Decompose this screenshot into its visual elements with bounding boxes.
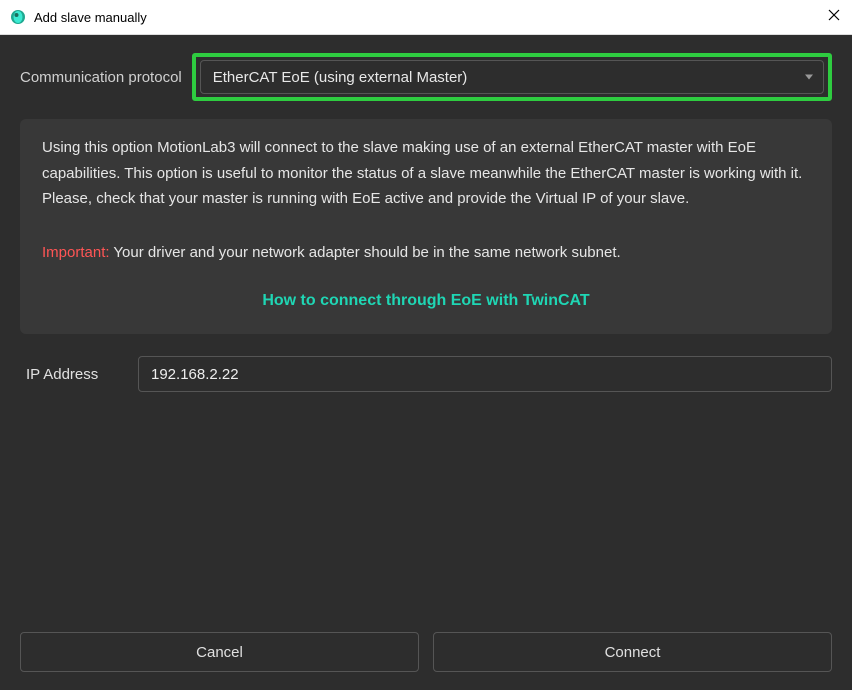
ip-label: IP Address	[20, 366, 138, 383]
cancel-button-label: Cancel	[196, 644, 243, 661]
titlebar: Add slave manually	[0, 0, 852, 35]
important-label: Important:	[42, 244, 110, 261]
important-text: Your driver and your network adapter sho…	[110, 244, 621, 261]
help-link[interactable]: How to connect through EoE with TwinCAT	[42, 287, 810, 314]
cancel-button[interactable]: Cancel	[20, 632, 419, 672]
protocol-label: Communication protocol	[20, 69, 182, 86]
button-row: Cancel Connect	[20, 632, 832, 672]
info-text: Using this option MotionLab3 will connec…	[42, 135, 810, 212]
close-icon[interactable]	[828, 8, 840, 24]
protocol-select[interactable]: EtherCAT EoE (using external Master)	[200, 60, 824, 94]
ip-row: IP Address	[20, 356, 832, 392]
app-icon	[10, 9, 26, 25]
info-panel: Using this option MotionLab3 will connec…	[20, 119, 832, 334]
important-row: Important: Your driver and your network …	[42, 240, 810, 266]
window-title: Add slave manually	[34, 10, 147, 25]
protocol-row: Communication protocol EtherCAT EoE (usi…	[20, 53, 832, 101]
connect-button[interactable]: Connect	[433, 632, 832, 672]
protocol-select-highlight: EtherCAT EoE (using external Master)	[192, 53, 832, 101]
ip-input[interactable]	[138, 356, 832, 392]
protocol-select-value: EtherCAT EoE (using external Master)	[213, 69, 468, 86]
connect-button-label: Connect	[605, 644, 661, 661]
dialog-content: Communication protocol EtherCAT EoE (usi…	[0, 35, 852, 412]
